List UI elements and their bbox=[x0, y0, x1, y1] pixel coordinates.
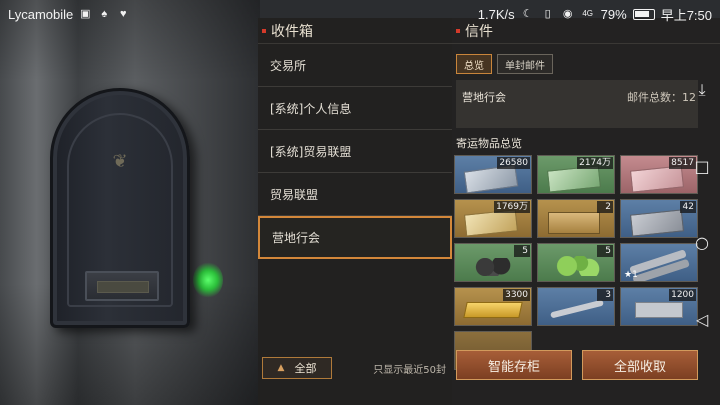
item-slot[interactable]: 1769万 bbox=[454, 199, 532, 238]
item-icon bbox=[546, 165, 602, 193]
vibrate-icon: ▯ bbox=[544, 8, 551, 20]
item-quantity: 1769万 bbox=[494, 201, 530, 213]
navigation-bar: ⤓ □ ○ ◁ bbox=[684, 60, 720, 350]
item-icon bbox=[629, 209, 685, 237]
item-icon bbox=[556, 256, 600, 276]
letter-tabs: 总览 单封邮件 bbox=[456, 54, 553, 74]
filter-icon: ▲ bbox=[277, 363, 285, 373]
inbox-list: 交易所 [系统]个人信息 [系统]贸易联盟 贸易联盟 营地行会 bbox=[258, 44, 452, 259]
moon-icon: ☾ bbox=[522, 8, 533, 20]
mailbox-ornament: ❦ bbox=[112, 151, 128, 172]
item-slot[interactable]: 3300 bbox=[454, 287, 532, 326]
item-quantity: 3300 bbox=[503, 289, 530, 301]
action-buttons: 智能存柜 全部收取 bbox=[456, 350, 698, 380]
letter-panel: 信件 总览 单封邮件 营地行会 邮件总数：12 寄运物品总览 26580 2174… bbox=[452, 18, 720, 405]
item-icon bbox=[463, 209, 519, 237]
health-icon: ♥ bbox=[120, 8, 127, 20]
battery-percent: 79% bbox=[600, 6, 627, 22]
item-slot[interactable]: 2174万 bbox=[537, 155, 615, 194]
item-quantity: 3 bbox=[597, 289, 613, 301]
item-slot[interactable]: 5 bbox=[454, 243, 532, 282]
qq-icon: ♠ bbox=[101, 8, 108, 20]
title-mark bbox=[262, 28, 266, 33]
item-quantity: 26580 bbox=[497, 157, 530, 169]
item-quantity: 5 bbox=[514, 245, 530, 257]
item-quantity: 5 bbox=[597, 245, 613, 257]
inbox-item-label: [系统]贸易联盟 bbox=[270, 144, 352, 159]
item-slot[interactable]: 5 bbox=[537, 243, 615, 282]
item-slot[interactable]: 3 bbox=[537, 287, 615, 326]
inbox-footer: ▲ 全部 只显示最近50封 bbox=[258, 356, 452, 380]
inbox-item-label: 营地行会 bbox=[272, 231, 321, 245]
item-quantity: 2 bbox=[597, 201, 613, 213]
item-icon bbox=[635, 302, 683, 318]
network-speed: 1.7K/s bbox=[477, 6, 515, 22]
title-mark bbox=[456, 28, 460, 33]
mailbox-illustration: ❦ bbox=[50, 88, 190, 328]
eye-icon: ◉ bbox=[562, 8, 573, 20]
tab-single-mail[interactable]: 单封邮件 bbox=[497, 54, 553, 74]
signal-icon: 4G bbox=[582, 9, 593, 18]
filter-all-button[interactable]: ▲ 全部 bbox=[262, 357, 332, 379]
mailbox-slot bbox=[85, 271, 159, 301]
carrier-name: Lycamobile bbox=[8, 6, 74, 22]
photo-icon: ▣ bbox=[80, 8, 91, 20]
tab-overview[interactable]: 总览 bbox=[456, 54, 492, 74]
smart-storage-button[interactable]: 智能存柜 bbox=[456, 350, 572, 380]
inbox-item-camp-guild[interactable]: 营地行会 bbox=[258, 216, 452, 259]
recent-limit-note: 只显示最近50封 bbox=[373, 364, 446, 376]
item-icon bbox=[473, 258, 513, 276]
inbox-item-exchange[interactable]: 交易所 bbox=[258, 44, 452, 87]
clock: 早上7:50 bbox=[660, 7, 712, 23]
inbox-item-trade-union[interactable]: 贸易联盟 bbox=[258, 173, 452, 216]
inbox-item-label: 交易所 bbox=[270, 58, 307, 73]
items-overview-label: 寄运物品总览 bbox=[456, 137, 522, 150]
item-icon bbox=[548, 212, 600, 234]
inbox-item-system-trade-union[interactable]: [系统]贸易联盟 bbox=[258, 130, 452, 173]
circle-icon[interactable]: ○ bbox=[692, 233, 712, 253]
status-bar: Lycamobile ▣ ♠ ♥ 1.7K/s ☾ ▯ ◉ 4G 79% 早上7… bbox=[0, 0, 720, 28]
inbox-item-personal-info[interactable]: [系统]个人信息 bbox=[258, 87, 452, 130]
item-icon bbox=[629, 165, 685, 193]
inbox-item-label: 贸易联盟 bbox=[270, 187, 319, 202]
collect-all-button[interactable]: 全部收取 bbox=[582, 350, 698, 380]
item-icon bbox=[463, 302, 523, 318]
item-grid: 26580 2174万 8517 1769万 2 42 5 5 ★1 3300 3 1200 bbox=[454, 155, 714, 370]
game-screen: ❦ Lycamobile ▣ ♠ ♥ 1.7K/s ☾ ▯ ◉ 4G 79% 早… bbox=[0, 0, 720, 405]
green-light bbox=[193, 262, 223, 298]
download-icon[interactable]: ⤓ bbox=[692, 80, 712, 100]
square-icon[interactable]: □ bbox=[692, 157, 712, 177]
sender-name: 营地行会 bbox=[462, 91, 506, 104]
item-icon bbox=[629, 249, 687, 275]
inbox-item-label: [系统]个人信息 bbox=[270, 101, 352, 116]
mail-summary: 营地行会 邮件总数：12 bbox=[456, 80, 698, 128]
item-slot[interactable]: 26580 bbox=[454, 155, 532, 194]
item-icon bbox=[550, 299, 604, 319]
item-quantity: 2174万 bbox=[577, 157, 613, 169]
back-icon[interactable]: ◁ bbox=[692, 310, 712, 330]
battery-icon bbox=[632, 8, 655, 20]
filter-all-label: 全部 bbox=[294, 362, 317, 375]
star-level: ★1 bbox=[624, 270, 638, 280]
inbox-panel: 收件箱 交易所 [系统]个人信息 [系统]贸易联盟 贸易联盟 营地行会 ▲ 全部… bbox=[258, 18, 452, 405]
item-slot[interactable]: 2 bbox=[537, 199, 615, 238]
